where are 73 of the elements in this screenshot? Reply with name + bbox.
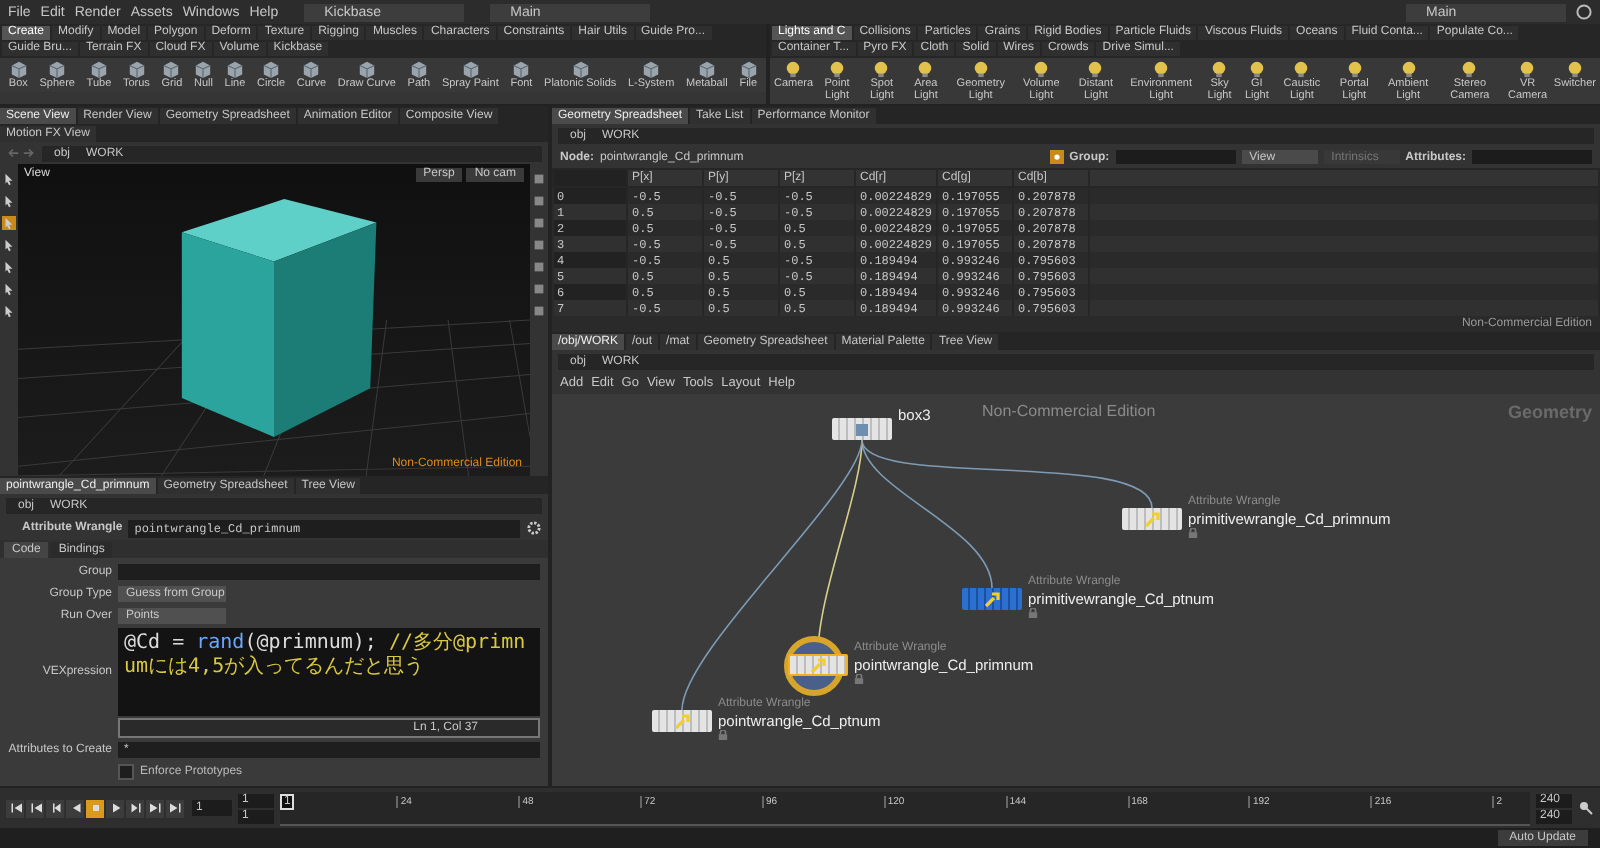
wrench-icon (810, 657, 826, 673)
bulb-icon (971, 60, 990, 78)
triangle-icon (69, 802, 81, 814)
triangle-icon (149, 802, 161, 814)
playback-button[interactable] (26, 799, 44, 817)
triangle-icon (109, 802, 121, 814)
playback-button[interactable] (146, 799, 164, 817)
cube-icon (409, 60, 428, 78)
lock-icon (718, 730, 728, 740)
node-tile[interactable] (962, 588, 1022, 610)
cube-icon (225, 60, 244, 78)
wrench-icon (984, 591, 1000, 607)
bulb-icon (872, 60, 891, 78)
playback-button[interactable] (86, 799, 104, 817)
cube-icon (194, 60, 213, 78)
triangle-icon (49, 802, 61, 814)
playback-button[interactable] (126, 799, 144, 817)
cube-icon (89, 60, 108, 78)
points-mode-icon[interactable] (1049, 150, 1064, 164)
bulb-icon (1292, 60, 1311, 78)
bulb-icon (916, 60, 935, 78)
triangle-icon (29, 802, 41, 814)
bulb-icon (1565, 60, 1584, 78)
playback-button[interactable] (106, 799, 124, 817)
bulb-icon (1460, 60, 1479, 78)
code-text: @Cd = rand(@primnum); //多分@primnumには4,5が入ってるんだと思う (124, 632, 528, 680)
cube-icon (48, 60, 67, 78)
bulb-icon (784, 60, 803, 78)
node-tile[interactable] (652, 710, 712, 732)
cube-icon (262, 60, 281, 78)
lock-icon (1188, 528, 1198, 538)
bulb-icon (1247, 60, 1266, 78)
cube-icon (357, 60, 376, 78)
cube-icon (512, 60, 531, 78)
cube-icon (302, 60, 321, 78)
cube-icon (739, 60, 758, 78)
cube-icon (461, 60, 480, 78)
cube-icon (162, 60, 181, 78)
bulb-icon (828, 60, 847, 78)
node-tile[interactable] (1122, 508, 1182, 530)
bulb-icon (1210, 60, 1229, 78)
playback-button[interactable] (66, 799, 84, 817)
text-field[interactable] (118, 564, 540, 580)
watermark-text: Non-Commercial Edition (982, 402, 1156, 420)
triangle-icon (9, 802, 21, 814)
lock-icon (854, 674, 864, 684)
bulb-icon (1086, 60, 1105, 78)
cube-icon (697, 60, 716, 78)
triangle-icon (129, 802, 141, 814)
node-tile[interactable] (788, 654, 848, 676)
bulb-icon (1399, 60, 1418, 78)
node-tile[interactable] (832, 418, 892, 440)
network-canvas[interactable] (552, 394, 1600, 786)
help-icon[interactable] (1576, 4, 1592, 20)
checkbox[interactable] (118, 764, 134, 780)
wrench-icon (674, 713, 690, 729)
bulb-icon (1152, 60, 1171, 78)
cube-icon (571, 60, 590, 78)
triangle-icon (169, 802, 181, 814)
code-editor[interactable]: @Cd = rand(@primnum); //多分@primnumには4,5が入ってるんだと思う (118, 628, 540, 716)
lock-icon (1028, 608, 1038, 618)
wrench-icon (1144, 511, 1160, 527)
bulb-icon (1032, 60, 1051, 78)
bulb-icon (1345, 60, 1364, 78)
cube-icon (642, 60, 661, 78)
cube-icon (9, 60, 28, 78)
box-icon (854, 421, 870, 437)
cube-icon (127, 60, 146, 78)
playback-button[interactable] (6, 799, 24, 817)
stop-icon (89, 802, 101, 814)
bulb-icon (1518, 60, 1537, 78)
playback-button[interactable] (166, 799, 184, 817)
playback-button[interactable] (46, 799, 64, 817)
